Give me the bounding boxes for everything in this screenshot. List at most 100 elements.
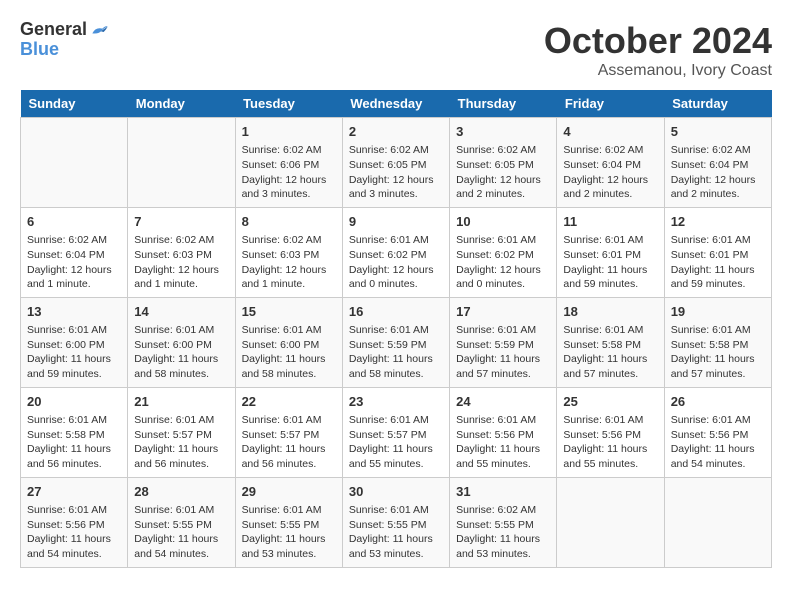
week-row-1: 1 Sunrise: 6:02 AM Sunset: 6:06 PM Daylig…: [21, 118, 772, 208]
day-info: Sunrise: 6:01 AM Sunset: 6:01 PM Dayligh…: [671, 233, 765, 292]
day-number: 14: [134, 303, 228, 321]
day-number: 29: [242, 483, 336, 501]
day-number: 26: [671, 393, 765, 411]
day-number: 11: [563, 213, 657, 231]
title-section: October 2024 Assemanou, Ivory Coast: [544, 20, 772, 80]
day-number: 5: [671, 123, 765, 141]
calendar-cell: 31 Sunrise: 6:02 AM Sunset: 5:55 PM Dayli…: [450, 477, 557, 567]
day-info: Sunrise: 6:02 AM Sunset: 6:04 PM Dayligh…: [671, 143, 765, 202]
day-number: 8: [242, 213, 336, 231]
day-info: Sunrise: 6:01 AM Sunset: 5:57 PM Dayligh…: [134, 413, 228, 472]
day-info: Sunrise: 6:02 AM Sunset: 6:06 PM Dayligh…: [242, 143, 336, 202]
day-number: 15: [242, 303, 336, 321]
calendar-cell: 14 Sunrise: 6:01 AM Sunset: 6:00 PM Dayli…: [128, 297, 235, 387]
calendar-cell: 9 Sunrise: 6:01 AM Sunset: 6:02 PM Daylig…: [342, 207, 449, 297]
location-subtitle: Assemanou, Ivory Coast: [544, 62, 772, 80]
day-info: Sunrise: 6:01 AM Sunset: 5:57 PM Dayligh…: [242, 413, 336, 472]
day-number: 23: [349, 393, 443, 411]
calendar-cell: 19 Sunrise: 6:01 AM Sunset: 5:58 PM Dayli…: [664, 297, 771, 387]
calendar-cell: [664, 477, 771, 567]
day-info: Sunrise: 6:01 AM Sunset: 5:56 PM Dayligh…: [671, 413, 765, 472]
day-info: Sunrise: 6:01 AM Sunset: 6:00 PM Dayligh…: [134, 323, 228, 382]
calendar-cell: 13 Sunrise: 6:01 AM Sunset: 6:00 PM Dayli…: [21, 297, 128, 387]
day-info: Sunrise: 6:01 AM Sunset: 5:56 PM Dayligh…: [27, 503, 121, 562]
calendar-cell: 4 Sunrise: 6:02 AM Sunset: 6:04 PM Daylig…: [557, 118, 664, 208]
day-number: 19: [671, 303, 765, 321]
day-info: Sunrise: 6:01 AM Sunset: 5:57 PM Dayligh…: [349, 413, 443, 472]
day-header-monday: Monday: [128, 90, 235, 118]
day-number: 13: [27, 303, 121, 321]
day-number: 10: [456, 213, 550, 231]
day-info: Sunrise: 6:02 AM Sunset: 6:03 PM Dayligh…: [242, 233, 336, 292]
day-number: 31: [456, 483, 550, 501]
calendar-cell: 12 Sunrise: 6:01 AM Sunset: 6:01 PM Dayli…: [664, 207, 771, 297]
day-number: 3: [456, 123, 550, 141]
calendar-cell: 17Sunrise: 6:01 AM Sunset: 5:59 PM Dayli…: [450, 297, 557, 387]
day-info: Sunrise: 6:02 AM Sunset: 6:03 PM Dayligh…: [134, 233, 228, 292]
day-info: Sunrise: 6:01 AM Sunset: 6:01 PM Dayligh…: [563, 233, 657, 292]
day-header-wednesday: Wednesday: [342, 90, 449, 118]
day-info: Sunrise: 6:02 AM Sunset: 6:04 PM Dayligh…: [563, 143, 657, 202]
calendar-cell: 22 Sunrise: 6:01 AM Sunset: 5:57 PM Dayli…: [235, 387, 342, 477]
day-info: Sunrise: 6:01 AM Sunset: 6:02 PM Dayligh…: [349, 233, 443, 292]
day-number: 6: [27, 213, 121, 231]
calendar-cell: 21 Sunrise: 6:01 AM Sunset: 5:57 PM Dayli…: [128, 387, 235, 477]
calendar-cell: 23 Sunrise: 6:01 AM Sunset: 5:57 PM Dayli…: [342, 387, 449, 477]
calendar-cell: 16Sunrise: 6:01 AM Sunset: 5:59 PM Dayli…: [342, 297, 449, 387]
calendar-cell: 7 Sunrise: 6:02 AM Sunset: 6:03 PM Daylig…: [128, 207, 235, 297]
day-info: Sunrise: 6:01 AM Sunset: 6:00 PM Dayligh…: [27, 323, 121, 382]
day-header-saturday: Saturday: [664, 90, 771, 118]
calendar-cell: 3Sunrise: 6:02 AM Sunset: 6:05 PM Daylig…: [450, 118, 557, 208]
day-number: 21: [134, 393, 228, 411]
day-number: 30: [349, 483, 443, 501]
calendar-cell: 18 Sunrise: 6:01 AM Sunset: 5:58 PM Dayli…: [557, 297, 664, 387]
day-number: 12: [671, 213, 765, 231]
calendar-cell: 28Sunrise: 6:01 AM Sunset: 5:55 PM Dayli…: [128, 477, 235, 567]
day-number: 25: [563, 393, 657, 411]
calendar-cell: [21, 118, 128, 208]
day-info: Sunrise: 6:01 AM Sunset: 5:58 PM Dayligh…: [27, 413, 121, 472]
day-info: Sunrise: 6:02 AM Sunset: 6:04 PM Dayligh…: [27, 233, 121, 292]
calendar-cell: [128, 118, 235, 208]
calendar-cell: 1 Sunrise: 6:02 AM Sunset: 6:06 PM Daylig…: [235, 118, 342, 208]
day-number: 2: [349, 123, 443, 141]
week-row-5: 27 Sunrise: 6:01 AM Sunset: 5:56 PM Dayli…: [21, 477, 772, 567]
calendar-table: SundayMondayTuesdayWednesdayThursdayFrid…: [20, 90, 772, 568]
calendar-cell: 10Sunrise: 6:01 AM Sunset: 6:02 PM Dayli…: [450, 207, 557, 297]
day-number: 17: [456, 303, 550, 321]
calendar-cell: 6 Sunrise: 6:02 AM Sunset: 6:04 PM Daylig…: [21, 207, 128, 297]
day-header-tuesday: Tuesday: [235, 90, 342, 118]
page-header: General Blue October 2024 Assemanou, Ivo…: [20, 20, 772, 80]
header-row: SundayMondayTuesdayWednesdayThursdayFrid…: [21, 90, 772, 118]
calendar-cell: 15 Sunrise: 6:01 AM Sunset: 6:00 PM Dayli…: [235, 297, 342, 387]
day-info: Sunrise: 6:01 AM Sunset: 6:00 PM Dayligh…: [242, 323, 336, 382]
logo-text2: Blue: [20, 40, 59, 60]
calendar-cell: 5 Sunrise: 6:02 AM Sunset: 6:04 PM Daylig…: [664, 118, 771, 208]
day-number: 9: [349, 213, 443, 231]
calendar-cell: 27 Sunrise: 6:01 AM Sunset: 5:56 PM Dayli…: [21, 477, 128, 567]
day-number: 1: [242, 123, 336, 141]
calendar-cell: 30 Sunrise: 6:01 AM Sunset: 5:55 PM Dayli…: [342, 477, 449, 567]
logo-text: General: [20, 20, 87, 40]
calendar-cell: 25 Sunrise: 6:01 AM Sunset: 5:56 PM Dayli…: [557, 387, 664, 477]
day-number: 4: [563, 123, 657, 141]
day-info: Sunrise: 6:01 AM Sunset: 5:58 PM Dayligh…: [563, 323, 657, 382]
calendar-cell: [557, 477, 664, 567]
day-header-sunday: Sunday: [21, 90, 128, 118]
month-title: October 2024: [544, 20, 772, 62]
day-number: 18: [563, 303, 657, 321]
day-info: Sunrise: 6:01 AM Sunset: 5:59 PM Dayligh…: [349, 323, 443, 382]
day-number: 20: [27, 393, 121, 411]
day-info: Sunrise: 6:02 AM Sunset: 5:55 PM Dayligh…: [456, 503, 550, 562]
week-row-4: 20 Sunrise: 6:01 AM Sunset: 5:58 PM Dayli…: [21, 387, 772, 477]
calendar-cell: 8 Sunrise: 6:02 AM Sunset: 6:03 PM Daylig…: [235, 207, 342, 297]
day-number: 7: [134, 213, 228, 231]
day-info: Sunrise: 6:01 AM Sunset: 5:56 PM Dayligh…: [563, 413, 657, 472]
day-number: 27: [27, 483, 121, 501]
day-number: 22: [242, 393, 336, 411]
logo-bird-icon: [89, 20, 109, 40]
calendar-cell: 11 Sunrise: 6:01 AM Sunset: 6:01 PM Dayli…: [557, 207, 664, 297]
day-info: Sunrise: 6:01 AM Sunset: 5:55 PM Dayligh…: [349, 503, 443, 562]
day-info: Sunrise: 6:01 AM Sunset: 5:55 PM Dayligh…: [134, 503, 228, 562]
day-info: Sunrise: 6:01 AM Sunset: 5:58 PM Dayligh…: [671, 323, 765, 382]
